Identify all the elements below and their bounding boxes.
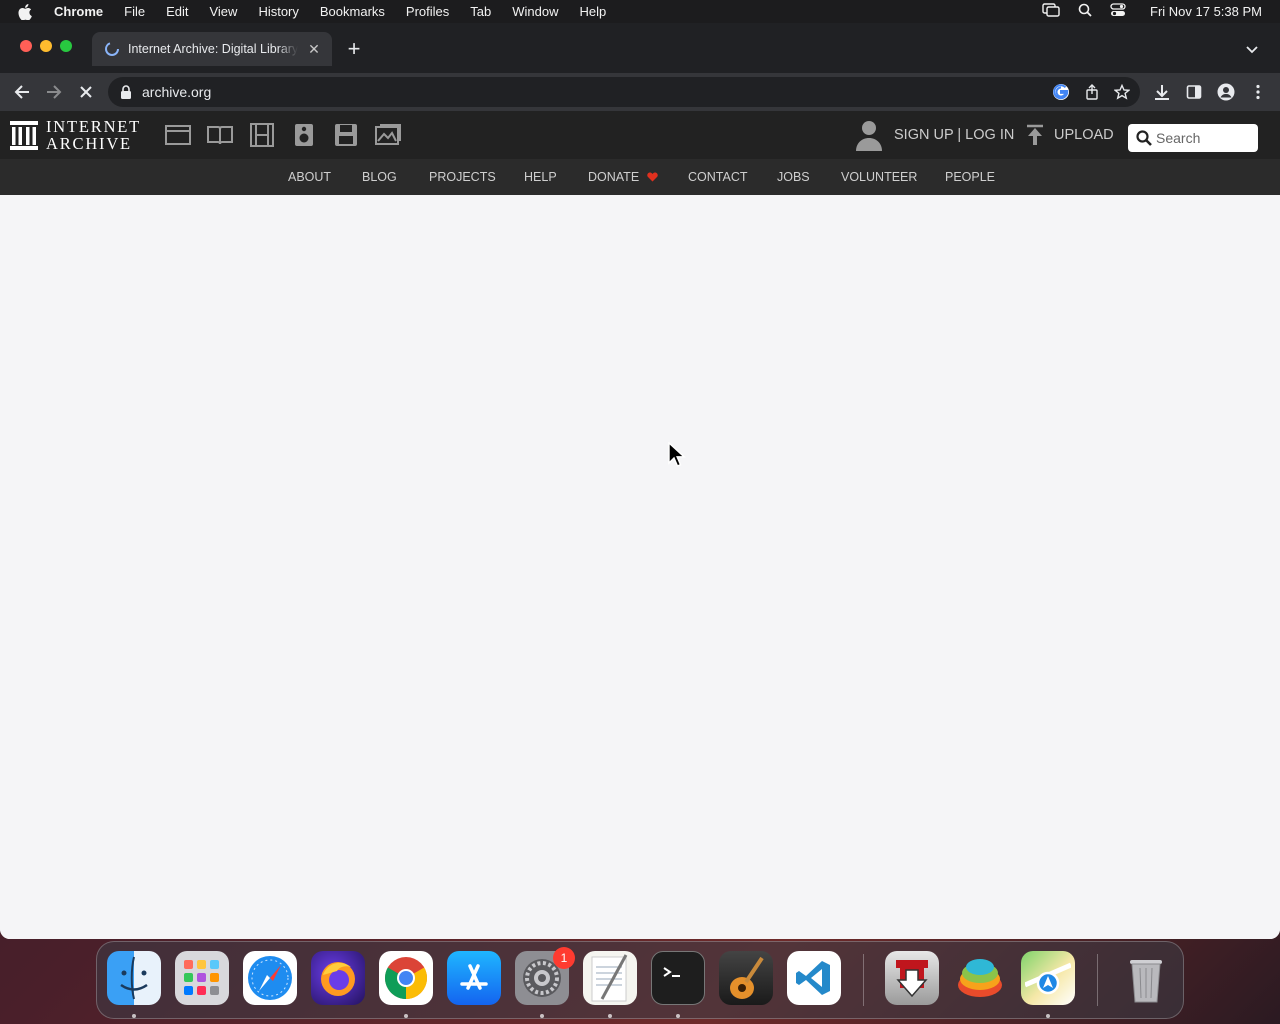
menu-file[interactable]: File [124,4,145,19]
menu-profiles[interactable]: Profiles [406,4,449,19]
tab-strip: Internet Archive: Digital Library of Fre… [0,23,1280,73]
nav-donate[interactable]: DONATE [588,170,658,184]
browser-toolbar: archive.org [0,73,1280,111]
lock-icon[interactable] [120,85,132,99]
nav-blog[interactable]: BLOG [362,170,397,184]
tab-internet-archive[interactable]: Internet Archive: Digital Library of Fre… [92,32,332,66]
address-bar[interactable]: archive.org [108,77,1140,107]
menu-bookmarks[interactable]: Bookmarks [320,4,385,19]
close-window-button[interactable] [20,40,32,52]
nav-jobs[interactable]: JOBS [777,170,810,184]
chrome-icon[interactable] [379,951,433,1005]
firefox-icon[interactable] [311,951,365,1005]
browser-window: Internet Archive: Digital Library of Fre… [0,23,1280,939]
ia-header: INTERNET ARCHIVE SIGN UP | LOG IN UPLOAD… [0,111,1280,159]
textedit-icon[interactable] [583,951,637,1005]
safari-icon[interactable] [243,951,297,1005]
back-button[interactable] [10,80,34,104]
share-icon[interactable] [1084,84,1100,103]
menu-app-name[interactable]: Chrome [54,4,103,19]
menu-view[interactable]: View [209,4,237,19]
google-lens-icon[interactable] [1052,83,1070,104]
texts-icon[interactable] [206,121,234,149]
upload-icon [1027,124,1043,145]
spotlight-search-icon[interactable] [1078,3,1092,20]
stop-loading-button[interactable] [74,80,98,104]
profile-icon[interactable] [1214,80,1238,104]
sign-up-log-in-link[interactable]: SIGN UP | LOG IN [894,127,1014,143]
images-icon[interactable] [374,121,402,149]
screen-mirroring-icon[interactable] [1042,3,1060,20]
downie-icon[interactable] [885,951,939,1005]
nav-donate-label: DONATE [588,170,640,184]
nav-about[interactable]: ABOUT [288,170,331,184]
url-text[interactable]: archive.org [142,84,211,100]
menu-history[interactable]: History [258,4,298,19]
upload-button[interactable]: UPLOAD [1024,124,1114,146]
nav-contact[interactable]: CONTACT [688,170,748,184]
ia-temple-logo-icon [10,121,38,150]
ia-search-box[interactable]: Search [1128,124,1258,152]
ia-logo-line2: ARCHIVE [46,134,132,153]
notification-badge: 1 [553,947,575,969]
menu-window[interactable]: Window [512,4,558,19]
new-tab-button[interactable]: + [344,38,364,60]
terminal-icon[interactable] [651,951,705,1005]
menu-bar-clock[interactable]: Fri Nov 17 5:38 PM [1150,4,1262,19]
web-icon[interactable] [164,121,192,149]
nav-projects[interactable]: PROJECTS [429,170,496,184]
page-content-area [0,195,1280,939]
chrome-menu-icon[interactable] [1246,80,1270,104]
upload-label: UPLOAD [1054,127,1114,143]
app-store-icon[interactable] [447,951,501,1005]
menu-help[interactable]: Help [580,4,607,19]
finder-icon[interactable] [107,951,161,1005]
user-avatar-icon [856,121,882,151]
nav-help[interactable]: HELP [524,170,557,184]
minimize-window-button[interactable] [40,40,52,52]
pastel-icon[interactable] [953,951,1007,1005]
ia-account[interactable]: SIGN UP | LOG IN [854,119,1014,151]
system-settings-icon[interactable]: 1 [515,947,575,1005]
trash-icon[interactable] [1119,951,1173,1005]
close-tab-icon[interactable]: ✕ [306,41,322,57]
software-icon[interactable] [332,121,360,149]
ia-nav-bar: ABOUT BLOG PROJECTS HELP DONATE CONTACT … [0,159,1280,198]
tab-search-chevron-icon[interactable] [1244,41,1260,57]
menu-tab[interactable]: Tab [470,4,491,19]
control-center-icon[interactable] [1110,3,1126,20]
search-placeholder[interactable]: Search [1156,130,1200,146]
heart-icon [646,172,658,182]
search-icon [1136,130,1152,146]
nav-people[interactable]: PEOPLE [945,170,995,184]
vscode-icon[interactable] [787,951,841,1005]
side-panel-icon[interactable] [1182,80,1206,104]
macos-menu-bar: Chrome File Edit View History Bookmarks … [0,0,1280,23]
maps-icon[interactable] [1021,951,1075,1005]
window-controls [20,40,72,52]
nav-volunteer[interactable]: VOLUNTEER [841,170,917,184]
audio-icon[interactable] [290,121,318,149]
launchpad-icon[interactable] [175,951,229,1005]
macos-dock: 1 [96,941,1184,1019]
bookmark-star-icon[interactable] [1113,83,1131,103]
mouse-cursor-icon [668,442,686,467]
apple-menu-icon[interactable] [18,3,34,20]
garageband-icon[interactable] [719,951,773,1005]
loading-favicon-icon [105,42,119,56]
tab-title: Internet Archive: Digital Library of Fre… [128,42,298,56]
forward-button[interactable] [42,80,66,104]
ia-media-menu [164,121,402,149]
ia-logo[interactable]: INTERNET ARCHIVE [10,118,141,152]
zoom-window-button[interactable] [60,40,72,52]
menu-edit[interactable]: Edit [166,4,188,19]
video-icon[interactable] [248,121,276,149]
ia-logo-line1: INTERNET [46,117,142,136]
downloads-icon[interactable] [1150,80,1174,104]
